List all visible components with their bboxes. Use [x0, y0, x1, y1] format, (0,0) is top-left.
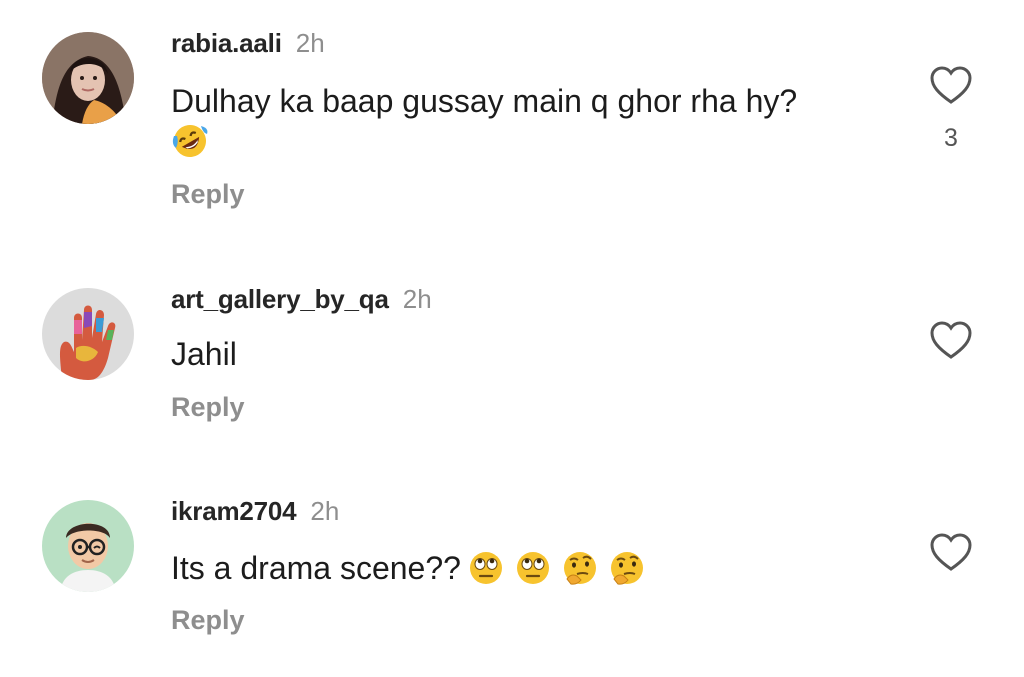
username[interactable]: ikram2704: [171, 496, 297, 527]
comment-text-line: Its a drama scene??: [171, 547, 655, 589]
timestamp: 2h: [295, 28, 325, 58]
cartoon-man-avatar-image: [42, 500, 134, 592]
reply-button[interactable]: Reply: [171, 392, 245, 423]
username[interactable]: rabia.aali: [171, 28, 282, 59]
comment-text: Jahil: [171, 335, 237, 372]
avatar[interactable]: [42, 32, 134, 124]
reply-button[interactable]: Reply: [171, 179, 245, 210]
comments-list: rabia.aali 2h Dulhay ka baap gussay main…: [0, 0, 1024, 677]
thinking-face-icon: [608, 549, 646, 587]
thinking-face-icon: [561, 549, 599, 587]
like-count: 3: [944, 124, 958, 152]
heart-outline-icon: [930, 66, 972, 104]
heart-outline-icon: [930, 321, 972, 359]
comment-text: Dulhay ka baap gussay main q ghor rha hy…: [171, 82, 798, 119]
emoji-line: [171, 122, 218, 160]
woman-portrait-avatar-image: [42, 32, 134, 124]
reply-button[interactable]: Reply: [171, 605, 245, 636]
avatar[interactable]: [42, 288, 134, 380]
face-with-rolling-eyes-icon: [514, 549, 552, 587]
avatar[interactable]: [42, 500, 134, 592]
timestamp: 2h: [402, 284, 432, 314]
painted-hand-avatar-image: [42, 288, 134, 380]
timestamp: 2h: [310, 496, 340, 526]
heart-outline-icon: [930, 533, 972, 571]
rolling-on-floor-laughing-icon: [171, 122, 209, 160]
face-with-rolling-eyes-icon: [467, 549, 505, 587]
like-button[interactable]: [928, 319, 974, 361]
username[interactable]: art_gallery_by_qa: [171, 284, 389, 315]
comment-text: Its a drama scene??: [171, 549, 461, 586]
like-button[interactable]: [928, 64, 974, 106]
like-button[interactable]: [928, 531, 974, 573]
